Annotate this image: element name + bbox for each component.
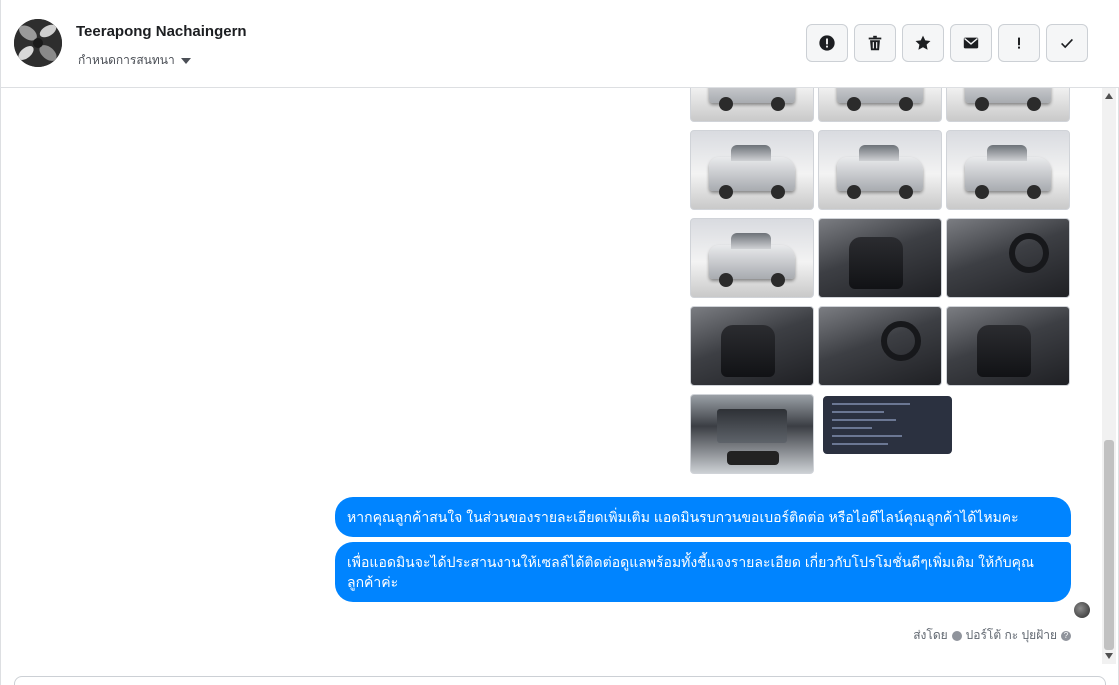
photo-attachment[interactable] bbox=[818, 130, 942, 210]
done-button[interactable] bbox=[1046, 24, 1088, 62]
photo-attachment[interactable] bbox=[818, 306, 942, 386]
star-button[interactable] bbox=[902, 24, 944, 62]
sent-by-label: ส่งโดย ปอร์โต้ กะ ปุยฝ้าย ? bbox=[913, 626, 1071, 645]
conversation-header: Teerapong Nachaingern กำหนดการสนทนา bbox=[1, 0, 1119, 88]
envelope-icon bbox=[963, 37, 979, 49]
mark-unread-button[interactable] bbox=[950, 24, 992, 62]
photo-attachment[interactable] bbox=[946, 306, 1070, 386]
sent-by-name[interactable]: ปอร์โต้ กะ ปุยฝ้าย bbox=[966, 626, 1057, 645]
photo-attachment[interactable] bbox=[690, 130, 814, 210]
message-composer[interactable] bbox=[14, 676, 1106, 685]
thread-scrollbar[interactable] bbox=[1102, 88, 1116, 664]
page-badge-icon bbox=[951, 630, 962, 641]
contact-avatar[interactable] bbox=[14, 19, 62, 67]
assign-label: กำหนดการสนทนา bbox=[78, 53, 175, 67]
delete-button[interactable] bbox=[854, 24, 896, 62]
help-icon[interactable]: ? bbox=[1061, 630, 1071, 641]
photo-attachment[interactable] bbox=[818, 218, 942, 298]
photo-attachment-document[interactable] bbox=[823, 396, 952, 454]
star-icon bbox=[915, 35, 931, 50]
seen-avatar bbox=[1074, 602, 1090, 618]
photo-attachment[interactable] bbox=[946, 88, 1070, 122]
message-thread: หากคุณลูกค้าสนใจ ในส่วนของรายละเอียดเพิ่… bbox=[1, 88, 1101, 663]
trash-icon bbox=[868, 35, 882, 51]
checkmark-icon bbox=[1061, 38, 1073, 49]
photo-attachment[interactable] bbox=[946, 218, 1070, 298]
photo-attachment[interactable] bbox=[690, 394, 814, 474]
message-bubble[interactable]: หากคุณลูกค้าสนใจ ในส่วนของรายละเอียดเพิ่… bbox=[335, 497, 1071, 537]
contact-name[interactable]: Teerapong Nachaingern bbox=[76, 23, 247, 40]
report-button[interactable] bbox=[806, 24, 848, 62]
conversation-actions bbox=[806, 24, 1088, 62]
sent-by-prefix: ส่งโดย bbox=[913, 628, 948, 642]
scrollbar-thumb[interactable] bbox=[1104, 440, 1114, 650]
caret-down-icon bbox=[180, 58, 191, 64]
messenger-conversation-window: Teerapong Nachaingern กำหนดการสนทนา หากค… bbox=[0, 0, 1119, 685]
avatar-image-icon bbox=[14, 19, 62, 67]
message-bubble[interactable]: เพื่อแอดมินจะได้ประสานงานให้เซลล์ได้ติดต… bbox=[335, 542, 1071, 602]
photo-attachment[interactable] bbox=[690, 306, 814, 386]
photo-attachment[interactable] bbox=[690, 88, 814, 122]
scroll-up-arrow-icon[interactable] bbox=[1105, 93, 1113, 99]
photo-attachment[interactable] bbox=[818, 88, 942, 122]
exclamation-circle-icon bbox=[819, 35, 835, 51]
spam-button[interactable] bbox=[998, 24, 1040, 62]
exclamation-icon bbox=[1018, 37, 1020, 49]
message-group: หากคุณลูกค้าสนใจ ในส่วนของรายละเอียดเพิ่… bbox=[335, 497, 1071, 602]
photo-attachment[interactable] bbox=[690, 218, 814, 298]
scroll-down-arrow-icon[interactable] bbox=[1105, 653, 1113, 659]
assign-conversation-dropdown[interactable]: กำหนดการสนทนา bbox=[78, 51, 191, 70]
photo-attachments-grid bbox=[690, 88, 1070, 474]
photo-attachment[interactable] bbox=[946, 130, 1070, 210]
